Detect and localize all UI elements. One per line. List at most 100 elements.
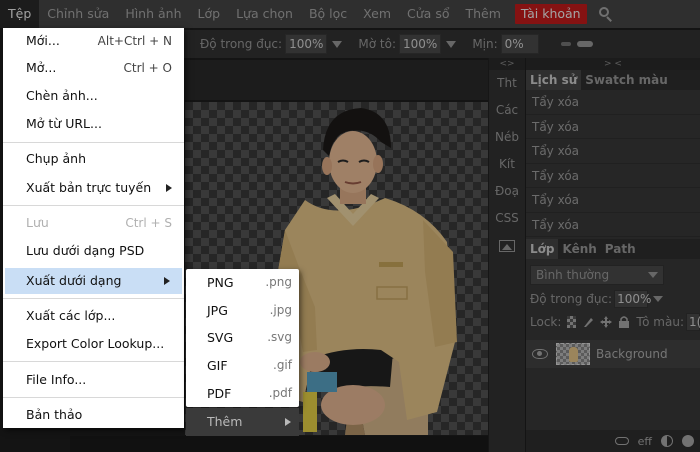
menu-item-label: Lưu bbox=[26, 215, 49, 230]
history-row[interactable]: Tẩy xóa bbox=[526, 114, 700, 139]
history-row[interactable]: Tẩy xóa bbox=[526, 163, 700, 188]
smooth-input[interactable]: 0% bbox=[500, 34, 539, 54]
menu-item-label: Xuất các lớp... bbox=[26, 308, 116, 323]
menu-image[interactable]: Hình ảnh bbox=[117, 0, 189, 28]
menu-item-label: Mở từ URL... bbox=[26, 116, 102, 131]
document-tab-area bbox=[184, 60, 488, 100]
tab-swatches[interactable]: Swatch màu bbox=[581, 70, 672, 90]
tool-tht[interactable]: Tht bbox=[489, 70, 525, 97]
eye-icon[interactable] bbox=[532, 349, 548, 359]
export-more-label: Thêm bbox=[207, 414, 243, 429]
collapse-panel-toggle[interactable]: <> bbox=[489, 58, 525, 70]
menu-separator bbox=[3, 205, 184, 206]
menu-item-save[interactable]: Lưu Ctrl + S bbox=[3, 210, 184, 236]
layer-row-background[interactable]: Background bbox=[526, 340, 700, 368]
tab-layers[interactable]: Lớp bbox=[526, 239, 559, 259]
panel-collapse-toggle[interactable]: > < bbox=[526, 58, 700, 70]
layers-footer: eff bbox=[526, 430, 700, 452]
menu-item-export-layers[interactable]: Xuất các lớp... bbox=[3, 303, 184, 329]
adjustment-layer-icon[interactable] bbox=[661, 435, 673, 447]
layer-name: Background bbox=[596, 347, 668, 361]
history-row[interactable]: Tẩy xóa bbox=[526, 90, 700, 115]
menu-item-label: Export Color Lookup... bbox=[26, 336, 165, 351]
lock-move-icon[interactable] bbox=[600, 316, 613, 328]
lock-row: Lock: Tô màu: 1( bbox=[530, 313, 700, 331]
link-layers-icon[interactable] bbox=[614, 437, 629, 445]
image-icon[interactable] bbox=[499, 240, 515, 252]
tab-history[interactable]: Lịch sử bbox=[526, 70, 582, 90]
menu-item-drafts[interactable]: Bản thảo bbox=[3, 402, 184, 428]
history-row[interactable]: Tẩy xóa bbox=[526, 212, 700, 237]
lock-brush-icon[interactable] bbox=[582, 316, 594, 328]
menu-item-open[interactable]: Mở... Ctrl + O bbox=[3, 55, 184, 81]
blend-mode-select[interactable]: Bình thường bbox=[530, 265, 664, 285]
layer-opacity-dropdown-icon[interactable] bbox=[653, 296, 664, 302]
menu-view[interactable]: Xem bbox=[355, 0, 399, 28]
menu-window[interactable]: Cửa sổ bbox=[399, 0, 457, 28]
tool-css[interactable]: CSS bbox=[489, 205, 525, 232]
menu-item-label: Bản thảo bbox=[26, 407, 83, 422]
menu-more[interactable]: Thêm bbox=[457, 0, 508, 28]
effects-button[interactable]: eff bbox=[638, 435, 652, 448]
export-gif[interactable]: GIF .gif bbox=[186, 352, 299, 379]
flow-dropdown-icon[interactable] bbox=[446, 40, 457, 48]
smooth-label: Mịn: bbox=[472, 37, 498, 51]
export-svg[interactable]: SVG .svg bbox=[186, 324, 299, 351]
menu-item-label: File Info... bbox=[26, 372, 87, 387]
export-more[interactable]: Thêm bbox=[186, 408, 299, 436]
menu-filter[interactable]: Bộ lọc bbox=[301, 0, 355, 28]
export-extension: .png bbox=[265, 275, 292, 289]
lock-transparency-icon[interactable] bbox=[567, 316, 577, 328]
menu-item-insert-image[interactable]: Chèn ảnh... bbox=[3, 83, 184, 109]
menu-edit[interactable]: Chỉnh sửa bbox=[39, 0, 117, 28]
brush-small-icon[interactable] bbox=[560, 42, 571, 46]
menu-select[interactable]: Lựa chọn bbox=[228, 0, 301, 28]
export-format-label: SVG bbox=[207, 330, 234, 345]
layer-opacity-input[interactable]: 100% bbox=[614, 290, 651, 308]
menu-item-shortcut: Alt+Ctrl + N bbox=[97, 34, 172, 48]
lock-all-icon[interactable] bbox=[618, 316, 630, 328]
tab-channels[interactable]: Kênh bbox=[558, 239, 600, 259]
opacity-dropdown-icon[interactable] bbox=[332, 40, 343, 48]
opacity-input[interactable]: 100% bbox=[285, 34, 328, 54]
menu-layer[interactable]: Lớp bbox=[190, 0, 229, 28]
menu-item-shortcut: Ctrl + S bbox=[125, 216, 172, 230]
export-jpg[interactable]: JPG .jpg bbox=[186, 297, 299, 324]
tool-doa[interactable]: Đoạ bbox=[489, 178, 525, 205]
export-pdf[interactable]: PDF .pdf bbox=[186, 380, 299, 407]
menu-item-new[interactable]: Mới... Alt+Ctrl + N bbox=[3, 28, 184, 54]
menu-item-save-psd[interactable]: Lưu dưới dạng PSD bbox=[3, 238, 184, 264]
tab-paths[interactable]: Path bbox=[601, 239, 640, 259]
menu-item-file-info[interactable]: File Info... bbox=[3, 367, 184, 393]
menu-item-export-color-lookup[interactable]: Export Color Lookup... bbox=[3, 331, 184, 357]
fill-input[interactable]: 1( bbox=[686, 313, 700, 331]
tool-kit[interactable]: Kít bbox=[489, 151, 525, 178]
menu-item-capture[interactable]: Chụp ảnh bbox=[3, 146, 184, 172]
history-row[interactable]: Tẩy xóa bbox=[526, 188, 700, 213]
menu-separator bbox=[3, 361, 184, 362]
submenu-arrow-icon bbox=[164, 277, 170, 285]
export-submenu: PNG .png JPG .jpg SVG .svg GIF .gif PDF … bbox=[186, 269, 299, 407]
export-png[interactable]: PNG .png bbox=[186, 269, 299, 296]
tool-cac[interactable]: Các bbox=[489, 97, 525, 124]
tool-neb[interactable]: Néb bbox=[489, 124, 525, 151]
history-tabs: Lịch sử Swatch màu bbox=[526, 70, 700, 90]
account-button[interactable]: Tài khoản bbox=[514, 4, 587, 24]
layer-tabs: Lớp Kênh Path bbox=[526, 239, 700, 259]
lock-label: Lock: bbox=[530, 315, 562, 329]
flow-input[interactable]: 100% bbox=[399, 34, 442, 54]
export-extension: .jpg bbox=[269, 303, 292, 317]
menu-file[interactable]: Tệp bbox=[0, 0, 40, 28]
canvas-scroll-area bbox=[70, 436, 488, 452]
history-row[interactable]: Tẩy xóa bbox=[526, 139, 700, 164]
file-menu: Mới... Alt+Ctrl + N Mở... Ctrl + O Chèn … bbox=[3, 28, 184, 428]
brush-large-icon[interactable] bbox=[576, 41, 593, 47]
search-icon[interactable] bbox=[595, 0, 619, 28]
export-format-label: PDF bbox=[207, 386, 232, 401]
menu-item-open-url[interactable]: Mở từ URL... bbox=[3, 111, 184, 137]
blend-mode-value: Bình thường bbox=[536, 268, 610, 282]
menu-item-export-as[interactable]: Xuất dưới dạng bbox=[5, 268, 182, 294]
layer-opacity-label: Độ trong đục: bbox=[530, 292, 613, 306]
mask-icon[interactable] bbox=[682, 435, 694, 447]
menu-item-publish[interactable]: Xuất bản trực tuyến bbox=[3, 175, 184, 201]
